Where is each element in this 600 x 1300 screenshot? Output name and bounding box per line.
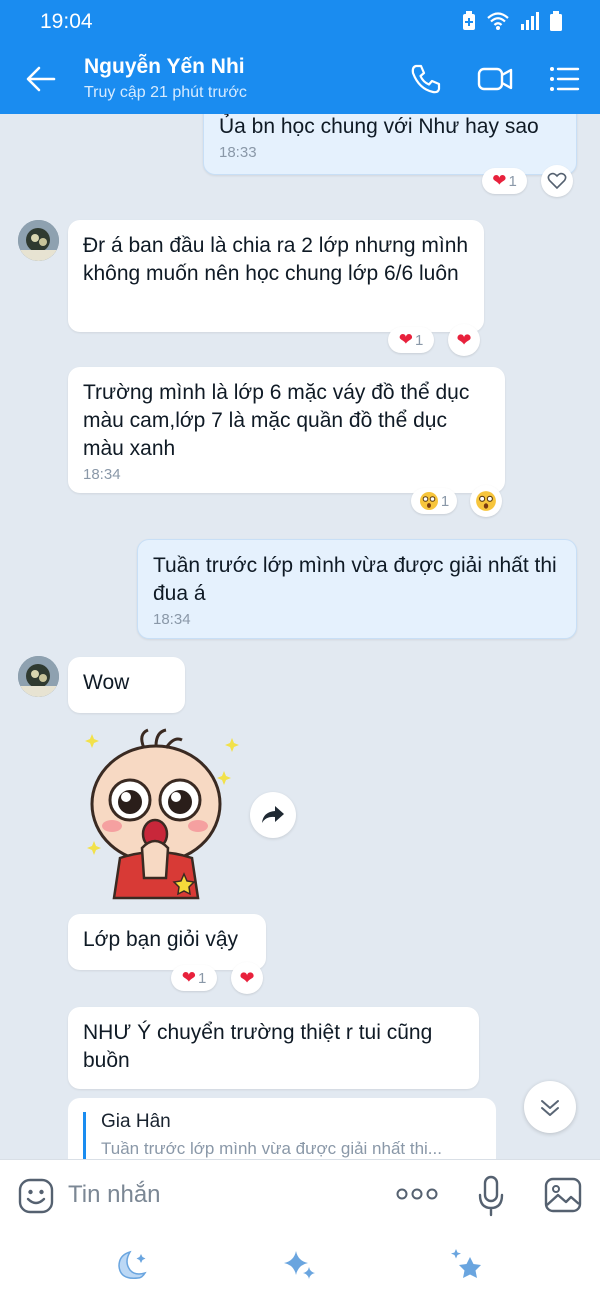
wifi-icon [487,12,509,30]
message-text: Wow [83,671,130,694]
message-text: Trường mình là lớp 6 mặc váy đồ thể dục … [83,381,470,460]
moon-icon[interactable] [114,1248,150,1284]
message-incoming[interactable]: NHƯ Ý chuyển trường thiệt r tui cũng buồ… [68,1007,479,1089]
signal-icon [521,12,539,30]
message-outgoing[interactable]: Ủa bn học chung với Như hay sao 18:33 [203,114,577,175]
heart-icon: ❤ [181,968,196,987]
message-time: 18:33 [219,144,257,161]
message-composer: Tin nhắn [0,1159,600,1231]
message-time: 18:34 [83,466,121,483]
chat-messages[interactable]: Ủa bn học chung với Như hay sao 18:33 ❤ 1… [0,114,600,1159]
wow-emoji-icon [419,492,438,510]
avatar[interactable] [18,656,59,697]
status-bar: 19:04 [0,0,600,44]
message-text: Tuần trước lớp mình vừa được giải nhất t… [153,554,557,605]
battery-saver-icon [463,11,475,30]
message-text: NHƯ Ý chuyển trường thiệt r tui cũng buồ… [83,1021,433,1072]
message-text: Ủa bn học chung với Như hay sao [219,115,539,138]
chat-header: Nguyễn Yến Nhi Truy cập 21 phút trước [0,44,600,114]
status-time: 19:04 [40,10,93,33]
sticker-image[interactable] [72,726,242,906]
contact-name[interactable]: Nguyễn Yến Nhi [84,55,245,79]
quoted-sender-name: Gia Hân [101,1111,171,1132]
message-input[interactable]: Tin nhắn [68,1181,161,1209]
quoted-text: Tuần trước lớp mình vừa được giải nhất t… [101,1139,442,1158]
reaction-summary[interactable]: 1 [411,488,457,514]
chevron-down-icon [541,1100,559,1116]
heart-icon: ❤ [239,967,255,988]
reaction-summary[interactable]: ❤ 1 [388,327,434,353]
reaction-count: 1 [440,492,450,510]
menu-list-icon[interactable] [546,62,582,96]
reaction-count: 1 [414,331,424,349]
heart-icon: ❤ [456,329,472,350]
quoted-reply-message[interactable]: Gia Hân Tuần trước lớp mình vừa được giả… [68,1098,496,1159]
back-arrow-icon[interactable] [24,62,58,96]
heart-outline-icon [547,172,567,190]
add-reaction-button[interactable] [470,485,502,517]
more-dots-icon[interactable] [396,1186,438,1202]
add-reaction-button[interactable] [541,165,573,197]
wow-emoji-icon [476,491,496,511]
last-seen-status: Truy cập 21 phút trước [84,84,247,101]
forward-icon [262,806,284,823]
message-text: Lớp bạn giỏi vậy [83,928,239,951]
phone-icon[interactable] [408,62,444,96]
reaction-summary[interactable]: ❤ 1 [482,168,527,194]
microphone-icon[interactable] [477,1175,505,1217]
avatar[interactable] [18,220,59,261]
reaction-count: 1 [508,172,517,190]
battery-icon [550,11,562,31]
heart-icon: ❤ [398,330,413,349]
reaction-summary[interactable]: ❤ 1 [171,965,217,991]
message-incoming[interactable]: Trường mình là lớp 6 mặc váy đồ thể dục … [68,367,505,493]
star-icon[interactable] [448,1247,486,1285]
add-reaction-button[interactable]: ❤ [448,324,480,356]
message-outgoing[interactable]: Tuần trước lớp mình vừa được giải nhất t… [137,539,577,639]
reaction-count: 1 [197,969,207,987]
add-reaction-button[interactable]: ❤ [231,962,263,994]
message-text: Đr á ban đầu là chia ra 2 lớp nhưng mình… [83,234,469,285]
heart-icon: ❤ [492,171,507,190]
quote-bar [83,1112,86,1159]
image-icon[interactable] [544,1177,582,1213]
bottom-toolbar [0,1231,600,1300]
message-incoming[interactable]: Lớp bạn giỏi vậy [68,914,266,970]
message-time: 18:34 [153,611,191,628]
emoji-icon[interactable] [18,1178,54,1214]
scroll-to-bottom-button[interactable] [524,1081,576,1133]
sparkle-icon[interactable] [282,1247,318,1283]
video-call-icon[interactable] [477,62,513,96]
forward-button[interactable] [250,792,296,838]
status-icons [462,11,562,31]
message-incoming[interactable]: Đr á ban đầu là chia ra 2 lớp nhưng mình… [68,220,484,332]
avatar-image [18,656,59,697]
avatar-image [18,220,59,261]
message-incoming[interactable]: Wow [68,657,185,713]
